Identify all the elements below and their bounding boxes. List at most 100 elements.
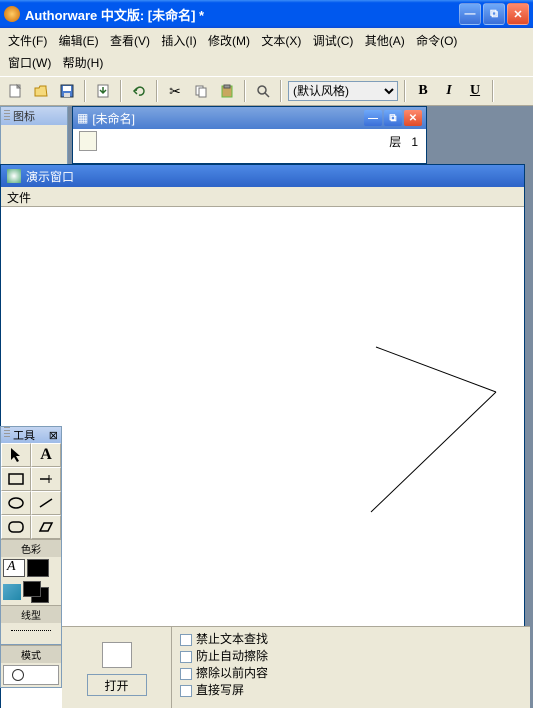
checkbox[interactable] bbox=[180, 651, 192, 663]
open-button[interactable]: 打开 bbox=[87, 674, 147, 696]
underline-button[interactable]: U bbox=[464, 80, 486, 102]
pointer-tool[interactable] bbox=[1, 443, 31, 467]
separator-icon bbox=[492, 80, 494, 102]
icon-palette-title[interactable]: 图标 bbox=[1, 107, 67, 125]
menubar: 文件(F) 编辑(E) 查看(V) 插入(I) 修改(M) 文本(X) 调试(C… bbox=[0, 28, 533, 76]
line-tool[interactable] bbox=[31, 467, 61, 491]
properties-preview: 打开 bbox=[62, 627, 172, 708]
mode-section-label: 模式 bbox=[1, 645, 61, 663]
cut-icon[interactable]: ✂ bbox=[164, 80, 186, 102]
checkbox[interactable] bbox=[180, 668, 192, 680]
menu-insert[interactable]: 插入(I) bbox=[157, 30, 200, 52]
flowline-display-icon[interactable] bbox=[79, 131, 97, 151]
check-row-0: 禁止文本查找 bbox=[180, 631, 268, 648]
separator-icon bbox=[244, 80, 246, 102]
menu-help[interactable]: 帮助(H) bbox=[59, 52, 108, 74]
menu-edit[interactable]: 编辑(E) bbox=[55, 30, 103, 52]
menu-other[interactable]: 其他(A) bbox=[361, 30, 409, 52]
bold-button[interactable]: B bbox=[412, 80, 434, 102]
polygon-tool[interactable] bbox=[31, 515, 61, 539]
layer-indicator: 层 1 bbox=[389, 133, 418, 150]
save-icon[interactable] bbox=[56, 80, 78, 102]
checkbox[interactable] bbox=[180, 634, 192, 646]
line-section-label: 线型 bbox=[1, 605, 61, 623]
undo-icon[interactable] bbox=[128, 80, 150, 102]
drawing-content bbox=[1, 207, 524, 687]
workspace: 图标 ▦ [未命名] — ⧉ ✕ 层 1 演示窗口 bbox=[0, 106, 533, 708]
import-icon[interactable] bbox=[92, 80, 114, 102]
window-title: Authorware 中文版: [未命名] * bbox=[25, 5, 459, 24]
design-titlebar[interactable]: ▦ [未命名] — ⧉ ✕ bbox=[73, 107, 426, 129]
app-icon bbox=[4, 6, 20, 22]
paste-icon[interactable] bbox=[216, 80, 238, 102]
paint-bucket-icon[interactable] bbox=[3, 584, 21, 600]
color-section-label: 色彩 bbox=[1, 539, 61, 557]
separator-icon bbox=[120, 80, 122, 102]
menu-window[interactable]: 窗口(W) bbox=[4, 52, 55, 74]
mode-palette[interactable]: 模式 bbox=[0, 644, 62, 688]
toolbar: ✂ (默认风格) B I U bbox=[0, 76, 533, 106]
maximize-button[interactable]: ⧉ bbox=[483, 3, 505, 25]
design-body[interactable]: 层 1 bbox=[73, 129, 426, 163]
separator-icon bbox=[280, 80, 282, 102]
menu-command[interactable]: 命令(O) bbox=[412, 30, 461, 52]
menu-view[interactable]: 查看(V) bbox=[106, 30, 154, 52]
layer-value: 1 bbox=[411, 135, 418, 149]
design-minimize-button[interactable]: — bbox=[364, 110, 382, 126]
mode-swatch[interactable] bbox=[3, 665, 59, 685]
fg-color-swatch[interactable] bbox=[23, 581, 41, 597]
presentation-menubar: 文件 bbox=[1, 187, 524, 207]
check-label: 防止自动擦除 bbox=[196, 648, 268, 665]
icon-palette-label: 图标 bbox=[13, 108, 35, 124]
presentation-titlebar[interactable]: 演示窗口 bbox=[1, 165, 524, 187]
tools-close-icon[interactable]: ⊠ bbox=[49, 429, 58, 442]
text-color-row bbox=[1, 557, 61, 579]
diagonal-line-tool[interactable] bbox=[31, 491, 61, 515]
presentation-icon bbox=[7, 169, 21, 183]
rounded-rect-tool[interactable] bbox=[1, 515, 31, 539]
italic-button[interactable]: I bbox=[438, 80, 460, 102]
design-window-icon: ▦ bbox=[77, 111, 88, 125]
properties-panel: 打开 禁止文本查找 防止自动擦除 擦除以前内容 直接写屏 bbox=[62, 626, 530, 708]
design-close-button[interactable]: ✕ bbox=[404, 110, 422, 126]
grip-icon bbox=[4, 110, 10, 122]
text-color-swatch[interactable] bbox=[3, 559, 25, 577]
check-label: 禁止文本查找 bbox=[196, 631, 268, 648]
properties-options: 禁止文本查找 防止自动擦除 擦除以前内容 直接写屏 bbox=[172, 627, 276, 708]
preview-thumbnail bbox=[102, 642, 132, 668]
fg-bg-swatch[interactable] bbox=[23, 581, 49, 603]
design-window: ▦ [未命名] — ⧉ ✕ 层 1 bbox=[72, 106, 427, 164]
open-icon[interactable] bbox=[30, 80, 52, 102]
rectangle-tool[interactable] bbox=[1, 467, 31, 491]
check-row-3: 直接写屏 bbox=[180, 682, 268, 699]
ellipse-tool[interactable] bbox=[1, 491, 31, 515]
tools-title-text: 工具 bbox=[13, 430, 35, 442]
line-style-dotted[interactable] bbox=[1, 623, 61, 637]
menu-modify[interactable]: 修改(M) bbox=[204, 30, 254, 52]
separator-icon bbox=[156, 80, 158, 102]
circle-icon bbox=[12, 669, 24, 681]
window-controls: — ⧉ ✕ bbox=[459, 3, 529, 25]
fill-color-row bbox=[1, 579, 61, 605]
text-tool[interactable]: A bbox=[31, 443, 61, 467]
minimize-button[interactable]: — bbox=[459, 3, 481, 25]
tools-palette[interactable]: 工具 ⊠ A 色彩 线型 bbox=[0, 426, 62, 652]
canvas[interactable] bbox=[1, 207, 524, 687]
menu-file[interactable]: 文件(F) bbox=[4, 30, 51, 52]
tools-titlebar[interactable]: 工具 ⊠ bbox=[1, 427, 61, 443]
new-file-icon[interactable] bbox=[4, 80, 26, 102]
copy-icon[interactable] bbox=[190, 80, 212, 102]
find-icon[interactable] bbox=[252, 80, 274, 102]
menu-text[interactable]: 文本(X) bbox=[257, 30, 305, 52]
icon-palette-window[interactable]: 图标 bbox=[0, 106, 68, 166]
close-button[interactable]: ✕ bbox=[507, 3, 529, 25]
separator-icon bbox=[84, 80, 86, 102]
menu-debug[interactable]: 调试(C) bbox=[309, 30, 358, 52]
design-maximize-button[interactable]: ⧉ bbox=[384, 110, 402, 126]
layer-label: 层 bbox=[389, 135, 401, 149]
design-title-text: [未命名] bbox=[92, 110, 364, 127]
style-select[interactable]: (默认风格) bbox=[288, 81, 398, 101]
presentation-menu-file[interactable]: 文件 bbox=[7, 191, 31, 205]
line-color-swatch[interactable] bbox=[27, 559, 49, 577]
checkbox[interactable] bbox=[180, 685, 192, 697]
